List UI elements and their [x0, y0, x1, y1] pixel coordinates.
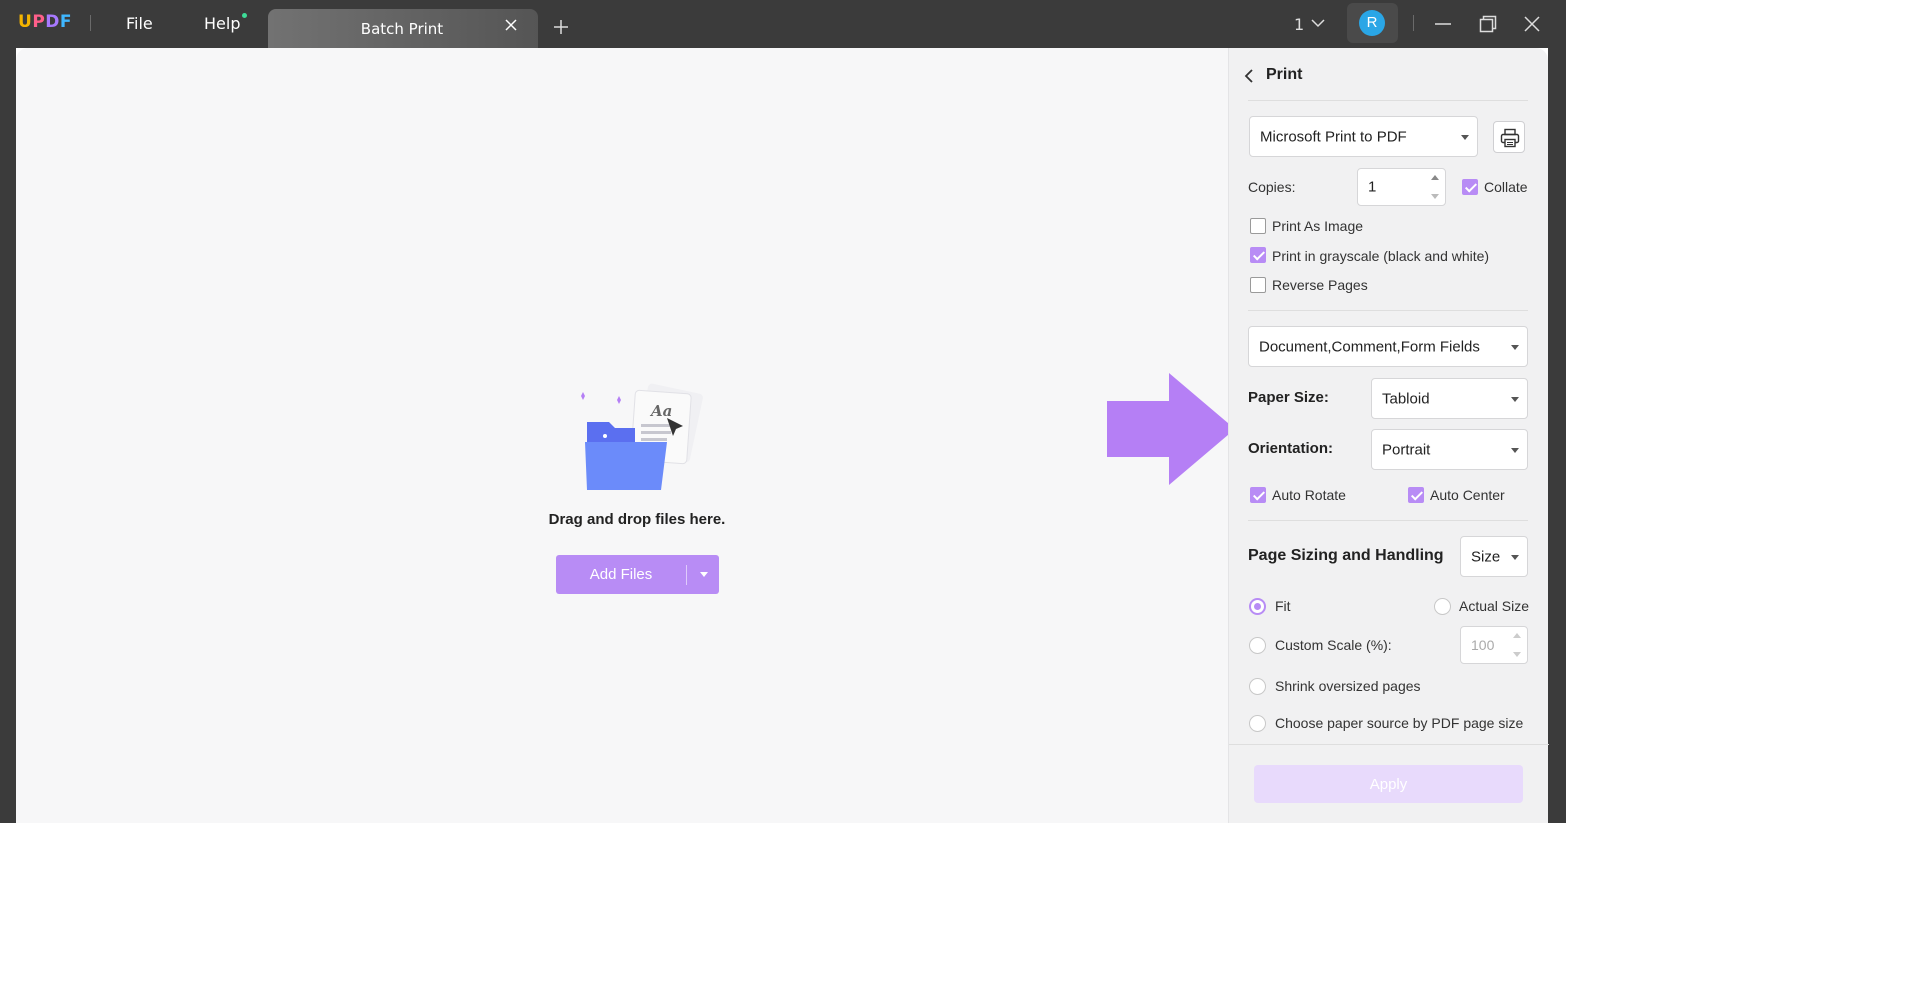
paper-source-radio[interactable] [1249, 715, 1266, 732]
printer-value: Microsoft Print to PDF [1260, 128, 1407, 145]
caret-down-icon [1511, 554, 1519, 560]
print-content-select[interactable]: Document,Comment,Form Fields [1248, 326, 1528, 367]
notification-dot [242, 13, 247, 18]
custom-scale-radio[interactable] [1249, 637, 1266, 654]
add-files-button[interactable]: Add Files [556, 555, 719, 594]
collate-label: Collate [1484, 179, 1528, 195]
copies-value: 1 [1368, 178, 1377, 196]
caret-down-icon [1461, 134, 1469, 140]
tab-label: Batch Print [360, 20, 444, 38]
divider [1248, 100, 1528, 101]
drop-instructions: Drag and drop files here. [548, 511, 726, 528]
decrement-icon[interactable] [1431, 194, 1439, 199]
reverse-pages-label: Reverse Pages [1272, 277, 1368, 293]
printer-icon [1500, 128, 1520, 148]
custom-scale-label: Custom Scale (%): [1275, 637, 1392, 653]
custom-scale-stepper[interactable]: 100 [1460, 626, 1528, 664]
grayscale-label: Print in grayscale (black and white) [1272, 248, 1490, 264]
printer-properties-button[interactable] [1493, 121, 1525, 153]
fit-label: Fit [1275, 598, 1291, 614]
chevron-down-icon[interactable] [1311, 18, 1325, 28]
window-count[interactable]: 1 [1294, 15, 1304, 34]
divider [686, 565, 687, 585]
paper-source-label: Choose paper source by PDF page size [1275, 715, 1524, 731]
paper-size-label: Paper Size: [1248, 389, 1329, 406]
menu-file[interactable]: File [126, 14, 153, 33]
outer-background [0, 823, 1566, 1007]
paper-size-value: Tabloid [1382, 390, 1430, 407]
shrink-radio[interactable] [1249, 678, 1266, 695]
menu-help[interactable]: Help [204, 14, 240, 33]
auto-rotate-checkbox[interactable] [1250, 487, 1266, 503]
copies-stepper[interactable]: 1 [1357, 168, 1446, 206]
page-sizing-label: Page Sizing and Handling [1248, 547, 1444, 564]
orientation-label: Orientation: [1248, 440, 1333, 457]
divider [1248, 520, 1528, 521]
orientation-value: Portrait [1382, 441, 1431, 458]
back-icon[interactable] [1243, 69, 1255, 83]
caret-down-icon [1511, 344, 1519, 350]
auto-center-label: Auto Center [1430, 487, 1505, 503]
panel-title: Print [1266, 66, 1303, 83]
drop-zone[interactable]: Aa Drag and drop files here. Add Files [16, 48, 1228, 823]
print-as-image-checkbox[interactable] [1250, 218, 1266, 234]
divider [1248, 310, 1528, 311]
auto-center-checkbox[interactable] [1408, 487, 1424, 503]
avatar: R [1359, 10, 1385, 36]
shrink-label: Shrink oversized pages [1275, 678, 1421, 694]
auto-rotate-label: Auto Rotate [1272, 487, 1346, 503]
folder-illustration: Aa [581, 383, 703, 490]
fit-radio[interactable] [1249, 598, 1266, 615]
print-as-image-label: Print As Image [1272, 218, 1364, 234]
apply-label: Apply [1369, 776, 1408, 793]
custom-scale-value: 100 [1471, 637, 1495, 653]
reverse-pages-checkbox[interactable] [1250, 277, 1266, 293]
divider [1229, 744, 1549, 745]
add-files-dropdown-icon[interactable] [700, 572, 708, 577]
grayscale-checkbox[interactable] [1250, 247, 1266, 263]
caret-down-icon [1511, 396, 1519, 402]
actual-size-label: Actual Size [1459, 598, 1530, 614]
paper-size-select[interactable]: Tabloid [1371, 378, 1528, 419]
apply-button[interactable]: Apply [1254, 765, 1523, 803]
close-tab-icon[interactable] [504, 18, 518, 32]
updf-logo[interactable]: UPDF [18, 12, 72, 32]
add-files-label: Add Files [589, 566, 653, 583]
collate-checkbox[interactable] [1462, 179, 1478, 195]
printer-select[interactable]: Microsoft Print to PDF [1249, 116, 1478, 157]
title-bar: UPDF File Help Batch Print 1 R [0, 0, 1566, 48]
caret-down-icon [1511, 447, 1519, 453]
restore-icon[interactable] [1479, 15, 1497, 33]
page-sizing-select[interactable]: Size [1460, 536, 1528, 577]
svg-text:Aa: Aa [649, 402, 672, 420]
print-panel: Print Microsoft Print to PDF Copies: 1 C… [1228, 48, 1549, 823]
close-window-icon[interactable] [1523, 15, 1541, 33]
increment-icon[interactable] [1431, 175, 1439, 180]
orientation-select[interactable]: Portrait [1371, 429, 1528, 470]
add-tab-icon[interactable] [553, 19, 569, 35]
page-sizing-value: Size [1471, 548, 1501, 565]
minimize-icon[interactable] [1434, 15, 1452, 33]
actual-size-radio[interactable] [1434, 598, 1451, 615]
copies-label: Copies: [1248, 179, 1296, 195]
print-content-value: Document,Comment,Form Fields [1259, 338, 1480, 355]
decrement-icon[interactable] [1513, 652, 1521, 657]
arrow-right-icon [1107, 373, 1235, 485]
divider [1413, 15, 1414, 31]
account-button[interactable]: R [1347, 3, 1398, 43]
tab-batch-print[interactable]: Batch Print [268, 9, 538, 48]
divider [90, 15, 91, 31]
increment-icon[interactable] [1513, 633, 1521, 638]
